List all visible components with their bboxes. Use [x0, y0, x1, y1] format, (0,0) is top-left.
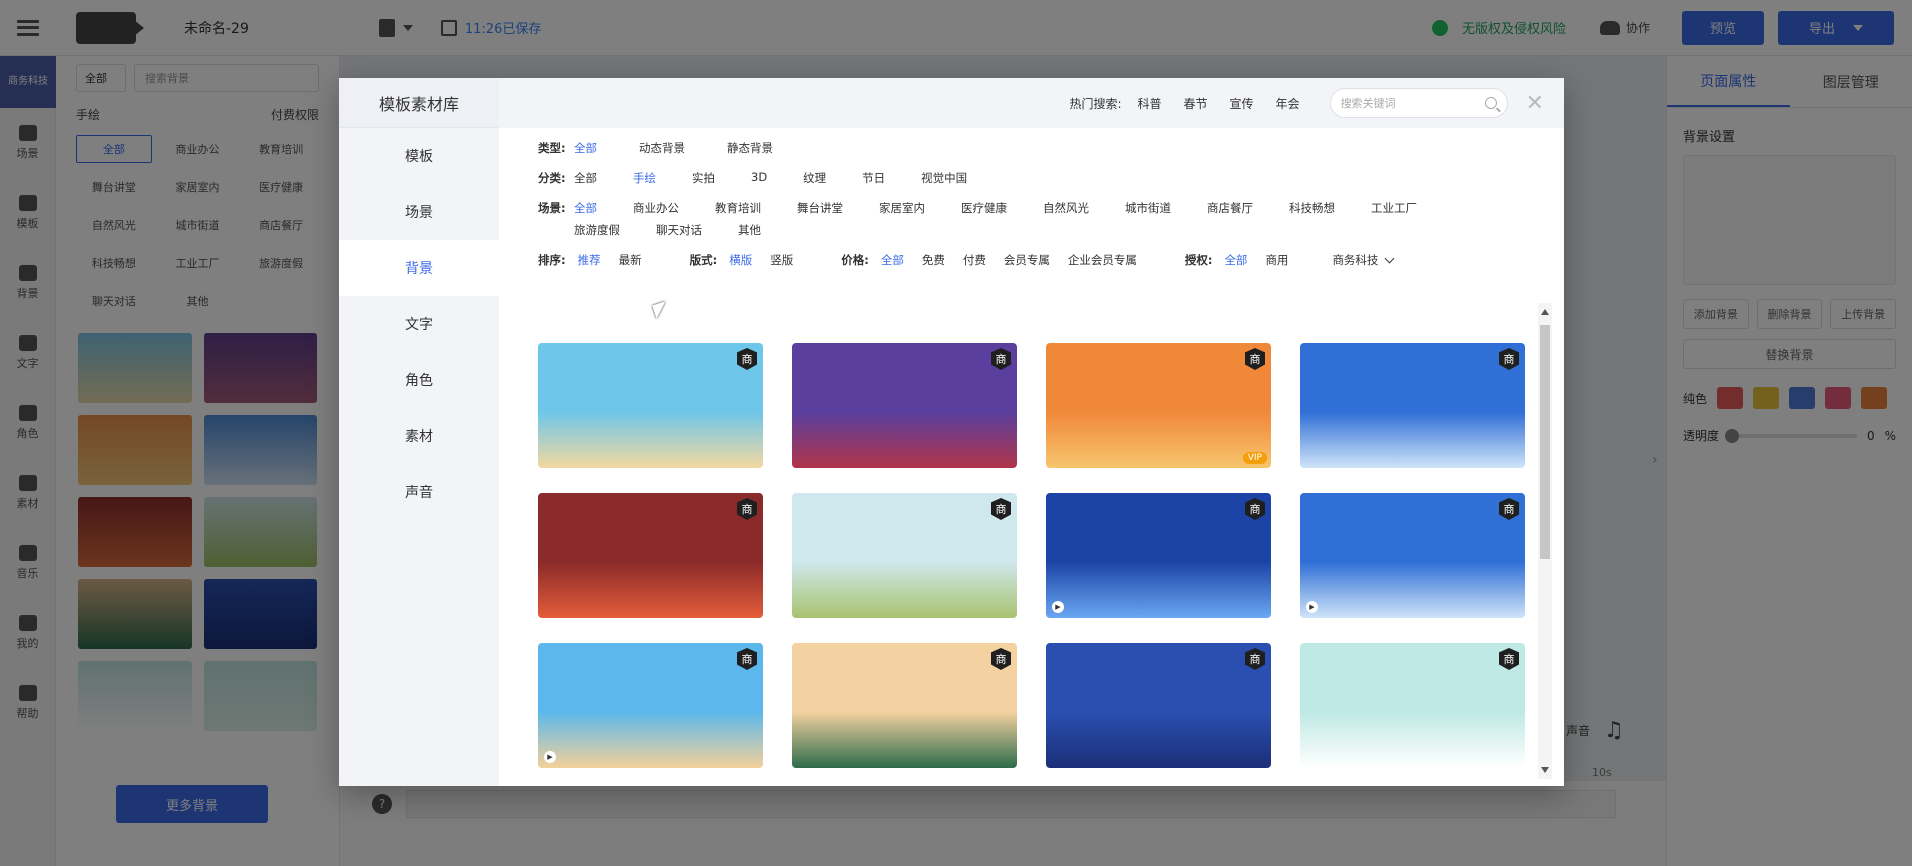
- sidebar-item[interactable]: 模板: [339, 128, 499, 184]
- modal-title: 模板素材库: [339, 78, 499, 128]
- background-thumbnail-bus-stop[interactable]: 商: [792, 493, 1017, 618]
- background-thumbnail-news-studio-2[interactable]: 商 ▶: [1300, 493, 1525, 618]
- hot-keyword[interactable]: 年会: [1276, 95, 1300, 112]
- hot-keyword[interactable]: 科普: [1138, 95, 1162, 112]
- filter-license-label: 授权:: [1184, 253, 1213, 267]
- filter-category-label: 分类:: [538, 171, 566, 185]
- background-thumbnail-sunset-beach[interactable]: 商 VIP: [1046, 343, 1271, 468]
- commercial-badge: 商: [1245, 348, 1265, 370]
- background-thumbnail-grid: 商商商 VIP 商商商商 ▶ 商 ▶ 商 ▶ 商商商: [538, 343, 1525, 768]
- scrollbar[interactable]: [1538, 303, 1552, 779]
- commercial-badge: 商: [737, 648, 757, 670]
- filter-scene-option[interactable]: 全部: [574, 200, 597, 216]
- vip-badge: VIP: [1242, 452, 1267, 464]
- filter-sort-option[interactable]: 推荐: [578, 252, 601, 268]
- filter-category-option[interactable]: 节日: [862, 170, 885, 186]
- business-dropdown-label: 商务科技: [1332, 253, 1379, 267]
- sidebar-item[interactable]: 背景: [339, 240, 499, 296]
- scroll-down-icon[interactable]: [1541, 767, 1549, 773]
- filter-layout-option[interactable]: 竖版: [770, 252, 793, 268]
- filter-license-option[interactable]: 商用: [1265, 252, 1288, 268]
- filter-scene-option[interactable]: 城市街道: [1125, 200, 1171, 216]
- filter-price-option[interactable]: 全部: [881, 252, 904, 268]
- filter-category-option[interactable]: 实拍: [692, 170, 715, 186]
- filter-scene-option[interactable]: 自然风光: [1043, 200, 1089, 216]
- filter-scene-option[interactable]: 聊天对话: [656, 222, 702, 238]
- filter-panel: 类型: 全部 动态背景 静态背景 分类: 全部 手绘 实拍 3D 纹理 节日 视觉中国 场景: …: [499, 128, 1564, 268]
- filter-scene-option[interactable]: 医疗健康: [961, 200, 1007, 216]
- commercial-badge: 商: [1499, 648, 1519, 670]
- filter-layout-option[interactable]: 横版: [729, 252, 752, 268]
- filter-type-option[interactable]: 静态背景: [727, 140, 773, 156]
- search-placeholder: 搜索关键词: [1340, 97, 1396, 110]
- background-thumbnail-news-studio[interactable]: 商: [1300, 343, 1525, 468]
- commercial-badge: 商: [737, 348, 757, 370]
- sidebar-item[interactable]: 素材: [339, 408, 499, 464]
- sidebar-item[interactable]: 文字: [339, 296, 499, 352]
- hot-search-label: 热门搜索:: [1069, 96, 1122, 111]
- filter-sort-option[interactable]: 最新: [619, 252, 642, 268]
- commercial-badge: 商: [1245, 498, 1265, 520]
- filter-category-option[interactable]: 纹理: [803, 170, 826, 186]
- filter-price-option[interactable]: 会员专属: [1004, 252, 1050, 268]
- commercial-badge: 商: [991, 648, 1011, 670]
- background-thumbnail-beach-palm[interactable]: 商: [538, 343, 763, 468]
- filter-price-option[interactable]: 免费: [922, 252, 945, 268]
- background-thumbnail-blue-sea[interactable]: 商 ▶: [538, 643, 763, 768]
- filter-scene-option[interactable]: 教育培训: [715, 200, 761, 216]
- scrollbar-thumb[interactable]: [1540, 325, 1550, 559]
- filter-scene-option[interactable]: 科技畅想: [1289, 200, 1335, 216]
- play-icon: ▶: [1052, 601, 1064, 613]
- sidebar-item[interactable]: 声音: [339, 464, 499, 520]
- commercial-badge: 商: [991, 348, 1011, 370]
- filter-price-label: 价格:: [841, 253, 869, 267]
- background-thumbnail-classroom[interactable]: 商: [792, 643, 1017, 768]
- template-library-modal: 模板素材库 模板 场景 背景 文字 角色 素材 声音 热门搜索: 科普 春节 宣传 年会 搜…: [339, 78, 1564, 786]
- background-thumbnail-leafy-light[interactable]: 商: [1300, 643, 1525, 768]
- keyword-search-input[interactable]: 搜索关键词: [1329, 88, 1508, 118]
- commercial-badge: 商: [1245, 648, 1265, 670]
- scroll-up-icon[interactable]: [1541, 309, 1549, 315]
- business-dropdown[interactable]: 商务科技: [1332, 252, 1395, 268]
- filter-category-option[interactable]: 视觉中国: [921, 170, 967, 186]
- filter-scene-option[interactable]: 旅游度假: [574, 222, 620, 238]
- modal-header: 热门搜索: 科普 春节 宣传 年会 搜索关键词 ✕: [499, 78, 1564, 128]
- filter-type-option[interactable]: 全部: [574, 140, 597, 156]
- filter-scene-option[interactable]: 其他: [738, 222, 761, 238]
- play-icon: ▶: [544, 751, 556, 763]
- close-icon[interactable]: ✕: [1526, 91, 1544, 116]
- background-thumbnail-red-curtain-stage[interactable]: 商: [538, 493, 763, 618]
- commercial-badge: 商: [1499, 498, 1519, 520]
- sidebar-item[interactable]: 角色: [339, 352, 499, 408]
- filter-category-option[interactable]: 3D: [751, 170, 767, 186]
- filter-category-option[interactable]: 手绘: [633, 170, 656, 186]
- sidebar-item[interactable]: 场景: [339, 184, 499, 240]
- background-thumbnail-tech-screen[interactable]: 商 ▶: [1046, 493, 1271, 618]
- filter-type-option[interactable]: 动态背景: [639, 140, 685, 156]
- filter-scene-option[interactable]: 工业工厂: [1371, 200, 1417, 216]
- filter-type-label: 类型:: [538, 141, 566, 155]
- chevron-down-icon: [1384, 253, 1395, 263]
- play-icon: ▶: [1306, 601, 1318, 613]
- hot-keyword[interactable]: 春节: [1184, 95, 1208, 112]
- modal-sidebar: 模板素材库 模板 场景 背景 文字 角色 素材 声音: [339, 78, 499, 786]
- filter-scene-option[interactable]: 家居室内: [879, 200, 925, 216]
- background-thumbnail-purple-stage[interactable]: 商: [792, 343, 1017, 468]
- filter-category-option[interactable]: 全部: [574, 170, 597, 186]
- background-thumbnail-night-city[interactable]: 商: [1046, 643, 1271, 768]
- filter-price-option[interactable]: 企业会员专属: [1068, 252, 1137, 268]
- filter-scene-option[interactable]: 商业办公: [633, 200, 679, 216]
- filter-sort-label: 排序:: [538, 253, 566, 267]
- filter-scene-option[interactable]: 舞台讲堂: [797, 200, 843, 216]
- commercial-badge: 商: [1499, 348, 1519, 370]
- filter-license-option[interactable]: 全部: [1224, 252, 1247, 268]
- filter-layout-label: 版式:: [689, 253, 718, 267]
- commercial-badge: 商: [737, 498, 757, 520]
- commercial-badge: 商: [991, 498, 1011, 520]
- hot-keyword[interactable]: 宣传: [1230, 95, 1254, 112]
- filter-scene-option[interactable]: 商店餐厅: [1207, 200, 1253, 216]
- filter-price-option[interactable]: 付费: [963, 252, 986, 268]
- filter-scene-label: 场景:: [538, 201, 566, 215]
- search-icon[interactable]: [1484, 97, 1497, 109]
